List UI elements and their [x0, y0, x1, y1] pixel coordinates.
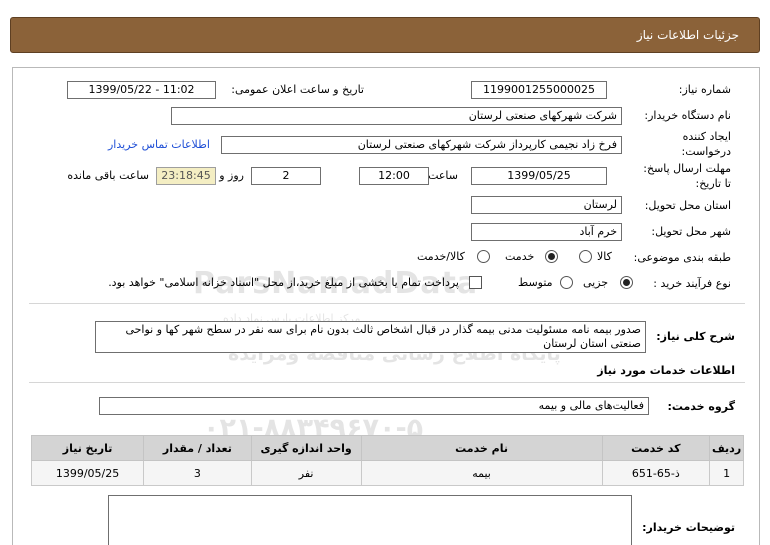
- province-label: استان محل تحویل:: [644, 199, 731, 212]
- table-header-row: ردیف کد خدمت نام خدمت واحد اندازه گیری ت…: [30, 435, 744, 461]
- province-field: لرستان: [471, 196, 622, 214]
- treasury-payment-note: پرداخت تمام یا بخشی از مبلغ خرید،از محل …: [108, 276, 459, 289]
- cell-row-number: 1: [709, 460, 744, 486]
- column-header-row-number: ردیف: [709, 435, 744, 461]
- treasury-payment-checkbox[interactable]: [469, 276, 482, 289]
- days-label: روز و: [219, 169, 244, 182]
- category-goods-label: کالا: [597, 250, 612, 263]
- remaining-time-label: ساعت باقی مانده: [67, 169, 149, 182]
- cell-service-name: بیمه: [360, 460, 603, 486]
- creator-label-line2: درخواست:: [681, 145, 731, 158]
- deadline-label-line1: مهلت ارسال پاسخ:: [643, 162, 731, 175]
- category-service-label: خدمت: [505, 250, 535, 263]
- announce-date-label: تاریخ و ساعت اعلان عمومی:: [231, 83, 364, 96]
- need-number-field: 1199001255000025: [471, 81, 607, 99]
- process-partial-radio[interactable]: [620, 276, 633, 289]
- deadline-date-field: 1399/05/25: [471, 167, 607, 185]
- creator-field: فرخ زاد نجیمی کارپرداز شرکت شهرکهای صنعت…: [221, 136, 622, 154]
- announce-date-field: 1399/05/22 - 11:02: [67, 81, 216, 99]
- page-title: جزئیات اطلاعات نیاز: [636, 28, 739, 42]
- category-goods-radio[interactable]: [579, 250, 592, 263]
- buyer-org-label: نام دستگاه خریدار:: [644, 109, 731, 122]
- creator-label-line1: ایجاد کننده: [682, 130, 731, 143]
- column-header-unit: واحد اندازه گیری: [250, 435, 362, 461]
- category-goods-service-radio[interactable]: [477, 250, 490, 263]
- page-header: جزئیات اطلاعات نیاز: [10, 17, 760, 53]
- cell-service-code: ذ-65-651: [601, 460, 711, 486]
- category-service-radio[interactable]: [545, 250, 558, 263]
- buyer-notes-label: توضیحات خریدار:: [642, 521, 735, 534]
- need-number-label: شماره نیاز:: [678, 83, 731, 96]
- cell-need-date: 1399/05/25: [30, 460, 145, 486]
- process-medium-label: متوسط: [518, 276, 553, 289]
- column-header-service-name: نام خدمت: [360, 435, 603, 461]
- remaining-time-field: 23:18:45: [156, 167, 216, 185]
- description-field: صدور بیمه نامه مسئولیت مدنی بیمه گذار در…: [95, 321, 646, 353]
- category-goods-service-label: کالا/خدمت: [417, 250, 465, 263]
- remaining-days-field: 2: [251, 167, 321, 185]
- category-label: طبقه بندی موضوعی:: [633, 251, 731, 264]
- divider: [29, 382, 745, 383]
- column-header-quantity: تعداد / مقدار: [143, 435, 252, 461]
- deadline-time-field: 12:00: [359, 167, 429, 185]
- deadline-time-label: ساعت: [428, 169, 458, 182]
- service-group-field: فعالیت‌های مالی و بیمه: [99, 397, 649, 415]
- services-info-title: اطلاعات خدمات مورد نیاز: [597, 364, 735, 377]
- process-partial-label: جزیی: [583, 276, 609, 289]
- city-field: خرم آباد: [471, 223, 622, 241]
- column-header-need-date: تاریخ نیاز: [30, 435, 145, 461]
- process-medium-radio[interactable]: [560, 276, 573, 289]
- services-table: ردیف کد خدمت نام خدمت واحد اندازه گیری ت…: [30, 435, 744, 486]
- city-label: شهر محل تحویل:: [651, 225, 731, 238]
- deadline-label-line2: تا تاریخ:: [695, 177, 731, 190]
- process-label: نوع فرآیند خرید :: [653, 277, 731, 290]
- table-row: 1 ذ-65-651 بیمه نفر 3 1399/05/25: [30, 460, 744, 486]
- buyer-notes-field: [108, 495, 632, 545]
- description-label: شرح کلی نیاز:: [656, 330, 735, 343]
- cell-quantity: 3: [143, 460, 252, 486]
- cell-unit: نفر: [250, 460, 362, 486]
- buyer-org-field: شرکت شهرکهای صنعتی لرستان: [171, 107, 622, 125]
- buyer-contact-link[interactable]: اطلاعات تماس خریدار: [108, 138, 210, 151]
- service-group-label: گروه خدمت:: [667, 400, 735, 413]
- divider: [29, 303, 745, 304]
- details-panel: ParsNamadData مرکز اطلاعات پارس نماد داد…: [12, 67, 760, 545]
- column-header-service-code: کد خدمت: [601, 435, 711, 461]
